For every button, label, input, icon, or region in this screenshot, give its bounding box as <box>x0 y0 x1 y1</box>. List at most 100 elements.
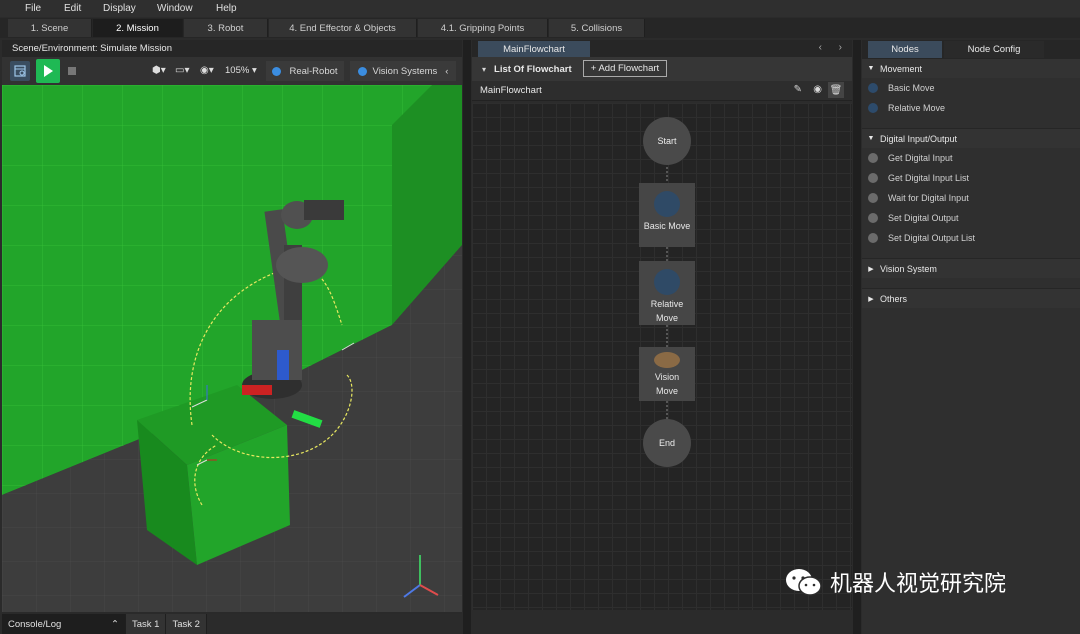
flow-node-start[interactable]: Start <box>643 117 691 165</box>
watermark: 机器人视觉研究院 <box>784 566 1006 598</box>
collapse-icon: ▼ <box>867 65 875 72</box>
tab-console-log[interactable]: Console/Log ⌃ <box>2 614 126 634</box>
scene-title: Scene/Environment: Simulate Mission <box>2 40 462 57</box>
expand-icon: ▶ <box>868 265 874 273</box>
flowchart-panel: MainFlowchart ‹ › ▾ List Of Flowchart + … <box>472 40 852 610</box>
node-item-label: Wait for Digital Input <box>888 193 969 203</box>
chevron-up-icon[interactable]: ⌃ <box>111 619 119 630</box>
node-item-relative-move[interactable]: Relative Move <box>862 98 1080 118</box>
menu-bar: File Edit Display Window Help <box>0 0 1080 17</box>
flowchart-list-bar: ▾ List Of Flowchart + Add Flowchart <box>472 57 852 81</box>
edit-icon[interactable]: ✎ <box>794 84 802 95</box>
flow-node-end[interactable]: End <box>643 419 691 467</box>
node-icon <box>868 213 878 223</box>
section-vision-system[interactable]: ▶ Vision System <box>862 258 1080 278</box>
tab-nodes[interactable]: Nodes <box>868 41 942 58</box>
tab-node-config[interactable]: Node Config <box>944 41 1044 58</box>
watermark-text: 机器人视觉研究院 <box>830 572 1007 597</box>
real-robot-toggle[interactable]: Real-Robot <box>266 61 344 81</box>
node-item-get-digital-input-list[interactable]: Get Digital Input List <box>862 168 1080 188</box>
node-item-set-digital-output[interactable]: Set Digital Output <box>862 208 1080 228</box>
basic-move-label: Basic Move <box>643 221 691 231</box>
section-digital-io-label: Digital Input/Output <box>880 133 958 144</box>
eye-icon[interactable]: ◉ <box>813 84 822 95</box>
section-movement[interactable]: ▼ Movement <box>862 58 1080 78</box>
section-others[interactable]: ▶ Others <box>862 288 1080 308</box>
app-window: File Edit Display Window Help 1. Scene 2… <box>0 0 1080 634</box>
node-item-set-digital-output-list[interactable]: Set Digital Output List <box>862 228 1080 248</box>
tab-collisions[interactable]: 5. Collisions <box>549 19 645 37</box>
tab-gripping-points[interactable]: 4.1. Gripping Points <box>418 19 548 37</box>
vision-eye-icon <box>654 352 680 368</box>
menu-file[interactable]: File <box>25 3 41 14</box>
tab-prev-icon[interactable]: ‹ <box>819 42 822 53</box>
tab-task-1[interactable]: Task 1 <box>126 614 167 634</box>
chevron-left-icon[interactable]: ‹ <box>445 66 448 77</box>
tab-mainflowchart[interactable]: MainFlowchart <box>478 41 590 57</box>
tab-mission[interactable]: 2. Mission <box>93 19 183 37</box>
section-digital-io[interactable]: ▼ Digital Input/Output <box>862 128 1080 148</box>
node-icon <box>868 193 878 203</box>
scene-render <box>2 85 462 612</box>
camera-icon[interactable]: ▭▾ <box>175 65 189 76</box>
move-icon <box>654 191 680 217</box>
check-icon <box>272 66 282 76</box>
vision-move-label-1: Vision <box>654 372 680 382</box>
scene-panel: Scene/Environment: Simulate Mission ⬢▾ ▭… <box>2 40 462 634</box>
node-item-label: Relative Move <box>888 103 946 113</box>
node-icon <box>868 153 878 163</box>
splitter-right[interactable] <box>853 40 861 634</box>
vision-systems-label: Vision Systems <box>372 65 438 77</box>
node-item-label: Basic Move <box>888 83 935 93</box>
scene-toolbar: ⬢▾ ▭▾ ◉▾ 105% ▾ Real-Robot Vision System… <box>2 57 462 85</box>
node-item-get-digital-input[interactable]: Get Digital Input <box>862 148 1080 168</box>
menu-window[interactable]: Window <box>157 3 193 14</box>
section-others-label: Others <box>880 293 908 304</box>
flow-node-basic-move[interactable]: Basic Move <box>639 183 695 247</box>
flow-node-relative-move[interactable]: Relative Move <box>639 261 695 325</box>
bottom-tabs: Console/Log ⌃ Task 1 Task 2 <box>2 614 462 634</box>
add-flowchart-button[interactable]: + Add Flowchart <box>583 60 667 77</box>
vision-systems-toggle[interactable]: Vision Systems ‹ <box>350 61 456 81</box>
wechat-icon <box>786 569 822 596</box>
section-vision-system-label: Vision System <box>880 263 937 274</box>
console-log-label: Console/Log <box>8 618 62 630</box>
eye-icon[interactable]: ◉▾ <box>200 65 214 76</box>
node-icon <box>868 173 878 183</box>
right-tabs: Nodes Node Config <box>862 40 1080 58</box>
node-item-label: Get Digital Input List <box>888 173 970 183</box>
tab-robot[interactable]: 3. Robot <box>184 19 268 37</box>
list-of-flowchart-label: List Of Flowchart <box>494 63 572 75</box>
tab-end-effector[interactable]: 4. End Effector & Objects <box>269 19 417 37</box>
node-item-label: Set Digital Output <box>888 213 959 223</box>
menu-display[interactable]: Display <box>103 3 136 14</box>
relative-move-label-2: Move <box>655 313 678 323</box>
stop-icon[interactable] <box>66 65 78 77</box>
scene-settings-icon[interactable] <box>10 61 30 81</box>
tab-scene[interactable]: 1. Scene <box>8 19 92 37</box>
relative-move-label-1: Relative <box>650 299 684 309</box>
flowchart-name: MainFlowchart <box>480 85 542 96</box>
zoom-level[interactable]: 105% ▾ <box>225 65 257 76</box>
node-item-wait-for-digital-input[interactable]: Wait for Digital Input <box>862 188 1080 208</box>
node-item-basic-move[interactable]: Basic Move <box>862 78 1080 98</box>
stage-tab-bar: 1. Scene 2. Mission 3. Robot 4. End Effe… <box>0 18 1080 38</box>
real-robot-label: Real-Robot <box>289 65 338 77</box>
tab-next-icon[interactable]: › <box>839 42 842 53</box>
flowchart-canvas[interactable]: Start Basic Move Relative Move Vision Mo… <box>472 103 852 610</box>
node-item-label: Set Digital Output List <box>888 233 976 243</box>
view-cube-icon[interactable]: ⬢▾ <box>152 65 166 76</box>
tab-task-2[interactable]: Task 2 <box>166 614 207 634</box>
play-icon[interactable] <box>36 59 60 83</box>
menu-edit[interactable]: Edit <box>64 3 81 14</box>
menu-help[interactable]: Help <box>216 3 237 14</box>
node-icon <box>868 103 878 113</box>
splitter-left[interactable] <box>463 40 471 634</box>
trash-icon[interactable]: 🗑 <box>828 82 844 98</box>
3d-viewport[interactable] <box>2 85 462 612</box>
flowchart-tabs: MainFlowchart ‹ › <box>472 40 852 57</box>
node-icon <box>868 233 878 243</box>
collapse-icon[interactable]: ▾ <box>482 65 486 74</box>
flow-node-vision-move[interactable]: Vision Move <box>639 347 695 401</box>
node-icon <box>868 83 878 93</box>
